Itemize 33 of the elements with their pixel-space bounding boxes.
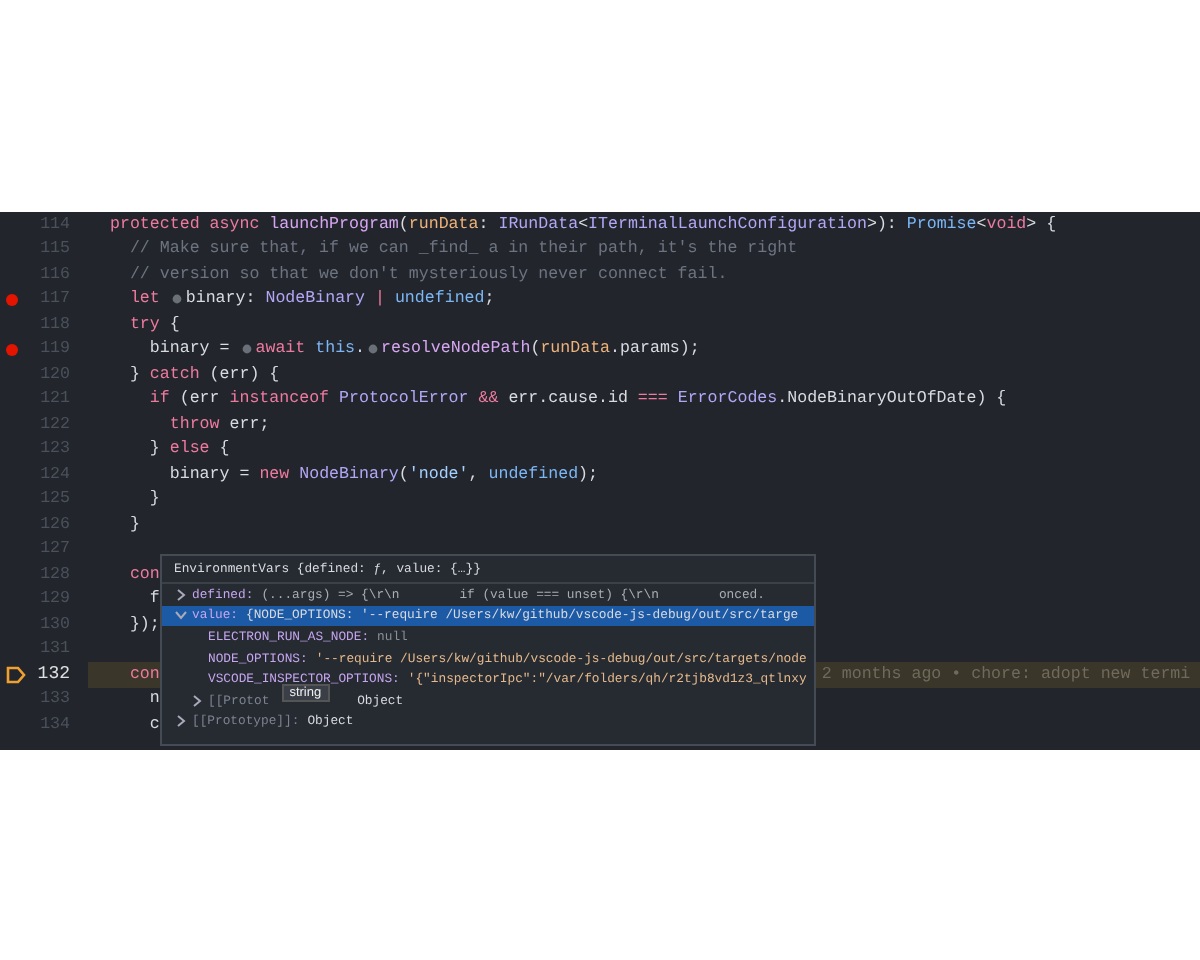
code-text: n — [147, 690, 160, 709]
chevron-right-icon[interactable] — [174, 587, 188, 602]
code-text: binary = — [147, 340, 232, 359]
inline-breakpoint-icon[interactable] — [368, 344, 379, 355]
breakpoint-icon[interactable] — [6, 343, 18, 356]
code-text: if (err instanceof ProtocolError && err.cause.id === ErrorCodes.NodeBinaryOutOfDate) { — [147, 390, 1007, 409]
code-text: await this. — [255, 340, 366, 359]
code-text: con — [127, 665, 160, 684]
code-text: c — [147, 715, 160, 734]
code-text: throw err; — [167, 415, 270, 434]
chevron-down-icon[interactable] — [174, 608, 188, 623]
code-text: con — [127, 565, 160, 584]
current-frame-icon — [6, 665, 26, 684]
code-text: } — [127, 515, 140, 534]
inline-breakpoint-icon[interactable] — [242, 344, 253, 355]
inline-breakpoint-icon[interactable] — [172, 294, 183, 305]
code-text: }); — [127, 615, 160, 634]
code-text: binary = new NodeBinary('node', undefined); — [167, 465, 599, 484]
code-text: } — [147, 490, 160, 509]
code-text: f — [147, 590, 160, 609]
code-text: try { — [127, 315, 180, 334]
code-text: binary: NodeBinary | undefined; — [185, 290, 495, 309]
code-text: } catch (err) { — [127, 365, 280, 384]
code-text: let — [127, 290, 162, 309]
chevron-right-icon[interactable] — [190, 693, 204, 708]
line-number: 132 — [35, 664, 70, 685]
code-text: // Make sure that, if we can _find_ a in their path, it's the right — [127, 240, 798, 259]
code-text: } else { — [147, 440, 230, 459]
code-text: // version so that we don't mysteriously never connect fail. — [127, 265, 728, 284]
breakpoint-icon[interactable] — [6, 293, 18, 306]
code-text: protected async launchProgram(runData: IRunData<ITerminalLaunchConfiguration>): Promise<void> { — [110, 215, 1057, 234]
code-text: resolveNodePath(runData.params); — [381, 340, 700, 359]
chevron-right-icon[interactable] — [174, 714, 188, 729]
